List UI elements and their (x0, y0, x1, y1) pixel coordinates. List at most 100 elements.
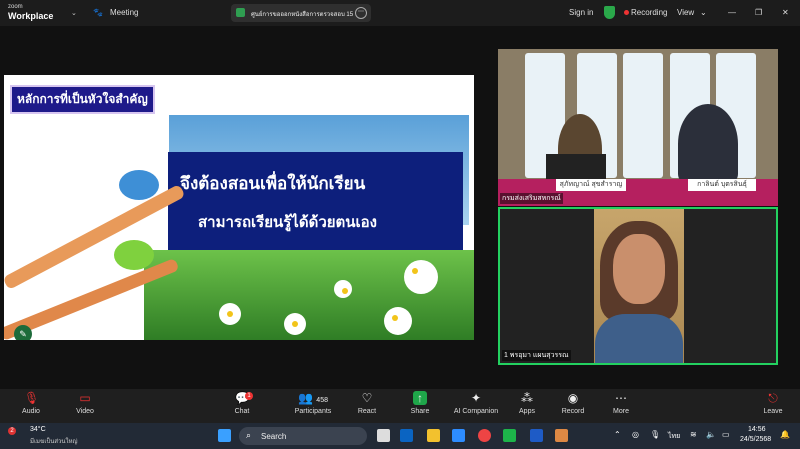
audio-button[interactable]: 🎙 Audio (6, 391, 56, 421)
shared-screen-slide: หลักการที่เป็นหัวใจสำคัญ จึงต้องสอนเพื่อ… (4, 75, 474, 340)
sparkle-icon: ✦ (470, 391, 482, 405)
apps-icon: ⁂ (521, 391, 533, 405)
video-off-icon: ▭ (79, 391, 91, 405)
recording-label: Recording (631, 8, 668, 17)
weather-badge: 2 (8, 427, 16, 435)
language-indicator[interactable]: ไทย (668, 431, 680, 442)
record-dot-icon (624, 10, 629, 15)
participant-video-room[interactable]: สุภัทญาณ์ สุขสำราญ กาลินต์ บุตรสินธุ์ กร… (498, 49, 778, 206)
windows-taskbar: 2 34°C มีเมฆเป็นส่วนใหญ่ ⌕ Search ⌃ ◎ 🎙 … (0, 423, 800, 449)
brush-tip-blue (119, 170, 159, 200)
chat-badge: 1 (245, 392, 253, 400)
clock-time[interactable]: 14:56 (748, 426, 766, 433)
annotate-pen-icon[interactable]: ✎ (14, 325, 32, 340)
banner-stand (623, 53, 663, 178)
app-icon[interactable] (555, 429, 568, 442)
react-button[interactable]: ♡ React (342, 391, 392, 421)
word-icon[interactable] (530, 429, 543, 442)
record-button[interactable]: ◉ Record (548, 391, 598, 421)
search-icon: ⌕ (246, 430, 252, 440)
more-options-icon[interactable]: ⋯ (355, 7, 367, 19)
slide-text-box (168, 152, 463, 257)
apps-button[interactable]: ⁂ Apps (502, 391, 552, 421)
audio-label: Audio (22, 408, 40, 415)
daisy-flower (384, 307, 412, 335)
record-label: Record (561, 408, 585, 415)
more-icon: ⋯ (615, 391, 627, 405)
outlook-icon[interactable] (400, 429, 413, 442)
file-explorer-icon[interactable] (427, 429, 440, 442)
logo-line2: Workplace (8, 11, 54, 21)
taskbar-search[interactable]: ⌕ Search (239, 427, 367, 445)
chevron-down-icon[interactable]: ⌄ (71, 9, 77, 17)
participants-count: 458 (316, 397, 328, 404)
recording-indicator[interactable]: Recording (624, 8, 667, 17)
daisy-flower (219, 303, 241, 325)
leave-icon: ⎋ (768, 391, 778, 405)
record-icon: ◉ (567, 391, 579, 405)
nameplate-2: กาลินต์ บุตรสินธุ์ (688, 179, 756, 191)
more-button[interactable]: ⋯ More (596, 391, 646, 421)
slide-line1: จึงต้องสอนเพื่อให้นักเรียน (180, 174, 366, 193)
leave-label: Leave (763, 408, 783, 415)
chat-label: Chat (234, 408, 250, 415)
meeting-title-pill[interactable]: ศูนย์การขอออกหนังสือการตรวจสอบ 15 ⋯ (231, 4, 371, 22)
battery-icon[interactable]: ▭ (722, 430, 730, 439)
meeting-title: ศูนย์การขอออกหนังสือการตรวจสอบ 15 (251, 12, 354, 18)
video-button[interactable]: ▭ Video (60, 391, 110, 421)
chevron-up-icon[interactable]: ⌃ (614, 430, 621, 439)
share-label: Share (410, 408, 430, 415)
security-shield-icon[interactable] (604, 6, 615, 19)
zoom-tray-icon[interactable]: ◎ (632, 430, 639, 439)
speaker-body (595, 314, 683, 363)
share-icon: ↑ (413, 391, 427, 405)
share-button[interactable]: ↑ Share (395, 391, 445, 421)
chrome-icon[interactable] (478, 429, 491, 442)
daisy-flower (404, 260, 438, 294)
meeting-label[interactable]: Meeting (110, 8, 138, 17)
chat-button[interactable]: 1 💬 Chat (217, 391, 267, 421)
leave-button[interactable]: ⎋ Leave (748, 391, 798, 421)
zoom-icon[interactable] (452, 429, 465, 442)
participants-button[interactable]: 👥 458 Participants (283, 391, 343, 421)
speaker-face (613, 234, 665, 304)
daisy-flower (284, 313, 306, 335)
weather-desc[interactable]: มีเมฆเป็นส่วนใหญ่ (30, 436, 78, 446)
view-menu[interactable]: View (677, 8, 694, 17)
brush-tip-green (114, 240, 154, 270)
participant-person (678, 104, 738, 184)
task-view-icon[interactable] (377, 429, 390, 442)
wifi-icon[interactable]: ≋ (690, 430, 697, 439)
search-label: Search (261, 432, 287, 441)
notification-bell-icon[interactable]: 🔔 (780, 430, 790, 439)
close-icon[interactable]: ✕ (782, 8, 789, 17)
minimize-icon[interactable]: — (728, 8, 736, 17)
line-icon[interactable] (503, 429, 516, 442)
participant-name-label: กรมส่งเสริมสหกรณ์ (500, 193, 563, 204)
speaker-icon[interactable]: 🔈 (706, 430, 716, 439)
nameplate-1: สุภัทญาณ์ สุขสำราญ (556, 179, 626, 191)
paw-icon: 🐾 (93, 8, 103, 17)
video-label: Video (76, 408, 94, 415)
ai-companion-button[interactable]: ✦ AI Companion (448, 391, 504, 421)
heart-icon: ♡ (361, 391, 373, 405)
restore-icon[interactable]: ❐ (755, 8, 762, 17)
apps-label: Apps (519, 408, 535, 415)
clock-date[interactable]: 24/5/2568 (740, 436, 771, 443)
ai-label: AI Companion (453, 408, 499, 415)
participants-icon: 👥 458 (298, 391, 328, 405)
daisy-flower (334, 280, 352, 298)
laptop (546, 154, 606, 179)
sign-in-link[interactable]: Sign in (569, 8, 593, 17)
mic-tray-icon[interactable]: 🎙 (650, 430, 660, 439)
meeting-shield-icon (236, 8, 245, 17)
active-speaker-video[interactable]: 1 พรอุมา แผนสุวรรณ (498, 207, 778, 365)
meeting-toolbar: 🎙 Audio ▭ Video 1 💬 Chat 👥 458 Participants ♡… (0, 389, 800, 423)
windows-start-icon[interactable] (218, 429, 231, 442)
chevron-down-icon[interactable]: ⌄ (700, 8, 707, 17)
weather-temp[interactable]: 34°C (30, 426, 46, 433)
slide-banner: หลักการที่เป็นหัวใจสำคัญ (10, 85, 155, 114)
mic-muted-icon: 🎙 (24, 391, 40, 405)
slide-line2: สามารถเรียนรู้ได้ด้วยตนเอง (198, 214, 378, 231)
participants-label: Participants (294, 408, 332, 415)
